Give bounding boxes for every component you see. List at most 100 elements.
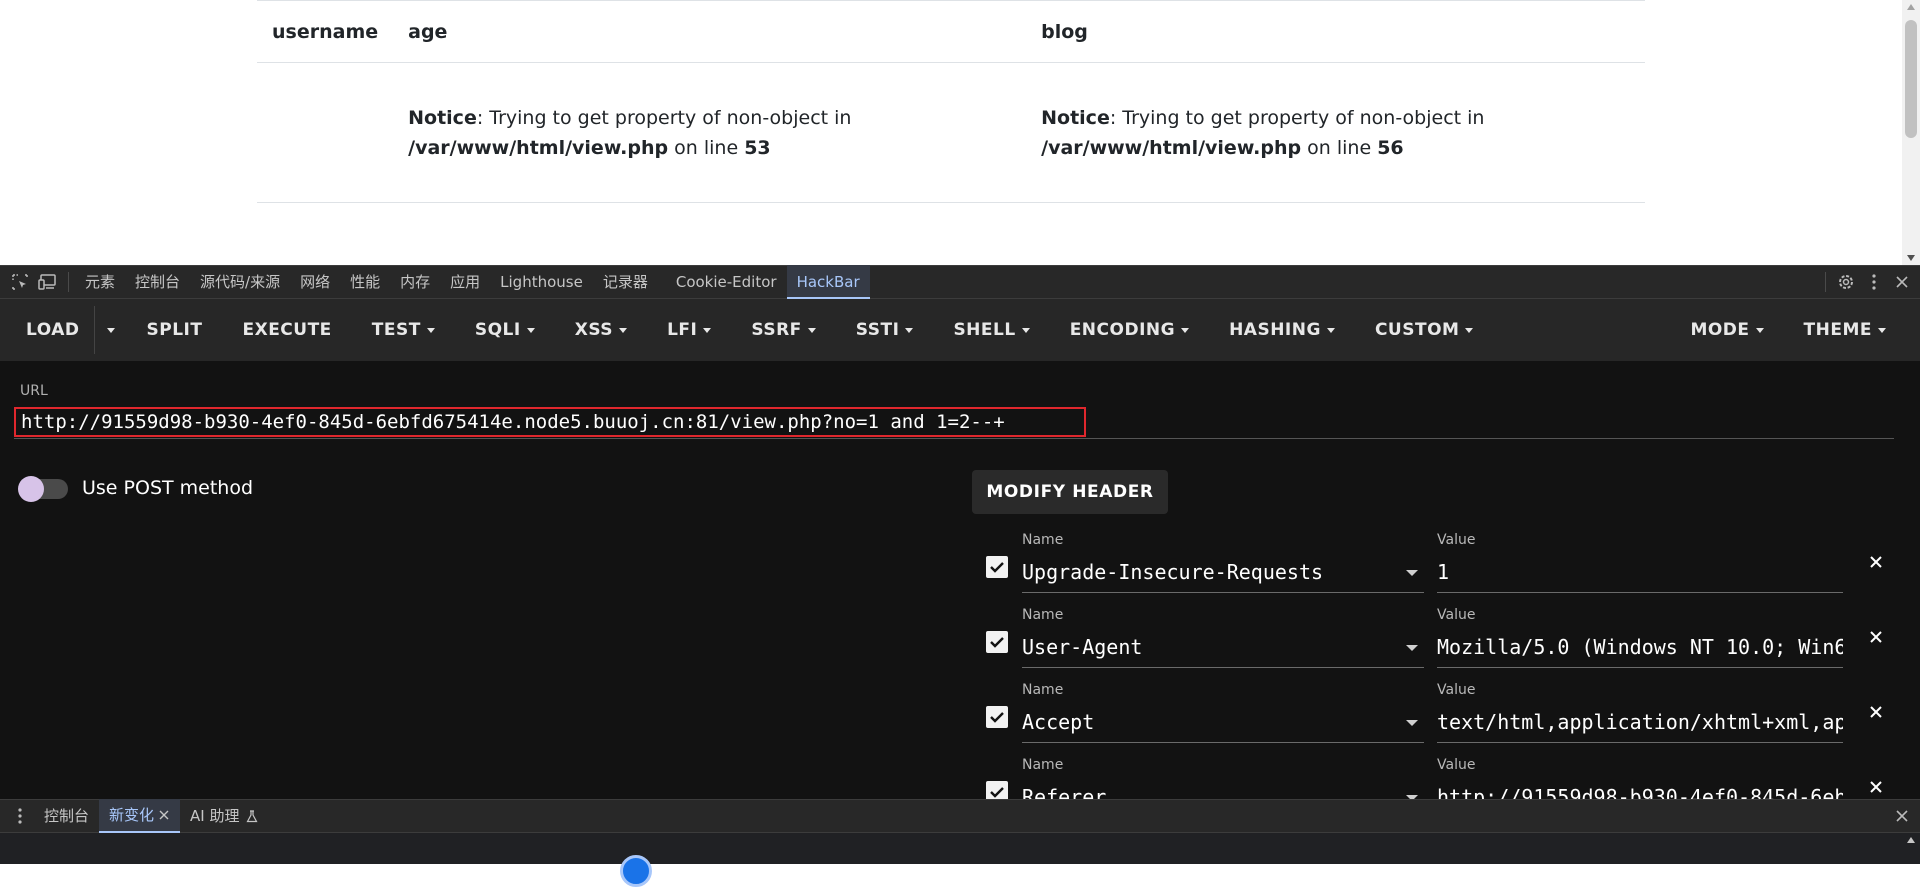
caret-down-icon xyxy=(526,327,535,333)
mode-label: MODE xyxy=(1690,320,1750,340)
lfi-menu-button[interactable]: LFI xyxy=(647,299,731,361)
inspect-element-icon[interactable] xyxy=(6,265,34,299)
tab-network[interactable]: 网络 xyxy=(290,265,340,299)
tab-divider xyxy=(68,272,69,292)
tab-cookie-editor[interactable]: Cookie-Editor xyxy=(666,265,787,299)
header-enabled-checkbox[interactable] xyxy=(986,781,1008,799)
caret-down-icon xyxy=(1878,327,1886,333)
tab-console[interactable]: 控制台 xyxy=(125,265,190,299)
toggle-knob xyxy=(18,476,44,502)
header-value-input[interactable]: 1 xyxy=(1437,551,1843,593)
theme-menu-button[interactable]: THEME xyxy=(1784,299,1920,361)
drawer-tab-changes[interactable]: 新变化 xyxy=(99,799,181,833)
shell-menu-button[interactable]: SHELL xyxy=(933,299,1049,361)
scroll-up-icon[interactable] xyxy=(1907,4,1915,10)
header-enabled-checkbox[interactable] xyxy=(986,706,1008,728)
checkmark-icon xyxy=(990,787,1004,798)
close-drawer-icon[interactable] xyxy=(1888,799,1916,833)
close-icon[interactable] xyxy=(1888,265,1916,299)
tab-sources[interactable]: 源代码/来源 xyxy=(190,265,290,299)
column-blog: blog xyxy=(1026,0,1645,63)
shell-label: SHELL xyxy=(953,320,1016,340)
caret-down-icon xyxy=(807,327,816,333)
header-enabled-checkbox[interactable] xyxy=(986,556,1008,578)
device-toolbar-icon[interactable] xyxy=(34,265,62,299)
caret-down-icon xyxy=(619,327,628,333)
remove-header-icon[interactable] xyxy=(1866,627,1886,647)
drawer-menu-icon[interactable] xyxy=(6,799,34,833)
more-options-icon[interactable] xyxy=(1860,265,1888,299)
notice-text: : Trying to get property of non-object i… xyxy=(1109,106,1485,129)
caret-down-icon xyxy=(1465,327,1474,333)
theme-label: THEME xyxy=(1803,320,1872,340)
load-button[interactable]: LOAD xyxy=(0,299,94,361)
tab-recorder[interactable]: 记录器 xyxy=(593,265,658,299)
header-value-label: Value xyxy=(1437,532,1476,548)
username-cell xyxy=(257,62,394,203)
close-tab-icon[interactable] xyxy=(158,809,170,821)
header-name-input[interactable]: Referer xyxy=(1022,776,1424,799)
gear-icon[interactable] xyxy=(1832,265,1860,299)
test-label: TEST xyxy=(371,320,421,340)
tab-application[interactable]: 应用 xyxy=(440,265,490,299)
checkmark-icon xyxy=(990,562,1004,573)
notice-label: Notice xyxy=(408,106,477,129)
drawer-scrollbar[interactable] xyxy=(1902,833,1920,864)
drawer-tab-ai-assistant[interactable]: AI 助理 xyxy=(180,799,267,833)
blog-cell: Notice: Trying to get property of non-ob… xyxy=(1026,62,1645,203)
load-dropdown-button[interactable] xyxy=(95,299,127,361)
dropdown-arrow-icon[interactable] xyxy=(1406,720,1418,726)
age-cell: Notice: Trying to get property of non-ob… xyxy=(393,62,1027,203)
tab-lighthouse[interactable]: Lighthouse xyxy=(490,265,593,299)
hashing-menu-button[interactable]: HASHING xyxy=(1209,299,1355,361)
hackbar-toolbar: LOAD SPLIT EXECUTE TEST SQLI XSS LFI SSR… xyxy=(0,299,1920,361)
remove-header-icon[interactable] xyxy=(1866,702,1886,722)
header-enabled-checkbox[interactable] xyxy=(986,631,1008,653)
header-name-input[interactable]: Accept xyxy=(1022,701,1424,743)
remove-header-icon[interactable] xyxy=(1866,777,1886,797)
sqli-menu-button[interactable]: SQLI xyxy=(455,299,555,361)
dropdown-arrow-icon[interactable] xyxy=(1406,645,1418,651)
header-value-input[interactable]: Mozilla/5.0 (Windows NT 10.0; Win64; x64… xyxy=(1437,626,1843,668)
ssti-menu-button[interactable]: SSTI xyxy=(836,299,934,361)
header-name-label: Name xyxy=(1022,532,1064,548)
header-name-label: Name xyxy=(1022,682,1064,698)
checkmark-icon xyxy=(990,637,1004,648)
url-underline xyxy=(14,438,1894,439)
hashing-label: HASHING xyxy=(1229,320,1321,340)
custom-menu-button[interactable]: CUSTOM xyxy=(1355,299,1494,361)
hackbar-panel: URL http://91559d98-b930-4ef0-845d-6ebfd… xyxy=(0,361,1920,799)
header-value-input[interactable]: http://91559d98-b930-4ef0-845d-6ebfd6754… xyxy=(1437,776,1843,799)
scrollbar-thumb[interactable] xyxy=(1905,20,1917,138)
scroll-up-icon[interactable] xyxy=(1907,837,1915,843)
mode-menu-button[interactable]: MODE xyxy=(1670,299,1783,361)
header-value-label: Value xyxy=(1437,607,1476,623)
header-name-input[interactable]: User-Agent xyxy=(1022,626,1424,668)
dropdown-arrow-icon[interactable] xyxy=(1406,570,1418,576)
drawer-tab-console[interactable]: 控制台 xyxy=(34,799,99,833)
ssrf-menu-button[interactable]: SSRF xyxy=(731,299,835,361)
execute-button[interactable]: EXECUTE xyxy=(222,299,351,361)
user-table: username age blog Notice: Trying to get … xyxy=(257,0,1645,203)
tab-memory[interactable]: 内存 xyxy=(390,265,440,299)
remove-header-icon[interactable] xyxy=(1866,552,1886,572)
test-menu-button[interactable]: TEST xyxy=(352,299,455,361)
web-page-content: username age blog Notice: Trying to get … xyxy=(0,0,1920,265)
tab-elements[interactable]: 元素 xyxy=(75,265,125,299)
page-scrollbar[interactable] xyxy=(1902,0,1920,265)
custom-label: CUSTOM xyxy=(1374,320,1460,340)
notice-path: /var/www/html/view.php xyxy=(408,136,669,159)
modify-header-button[interactable]: MODIFY HEADER xyxy=(972,470,1168,514)
url-input[interactable]: http://91559d98-b930-4ef0-845d-6ebfd6754… xyxy=(14,407,1086,437)
tab-hackbar[interactable]: HackBar xyxy=(786,265,870,299)
url-label: URL xyxy=(20,383,48,399)
xss-menu-button[interactable]: XSS xyxy=(555,299,647,361)
encoding-menu-button[interactable]: ENCODING xyxy=(1050,299,1209,361)
split-button[interactable]: SPLIT xyxy=(127,299,223,361)
header-name-input[interactable]: Upgrade-Insecure-Requests xyxy=(1022,551,1424,593)
column-username: username xyxy=(257,0,394,63)
post-method-toggle[interactable] xyxy=(18,476,68,502)
tab-performance[interactable]: 性能 xyxy=(340,265,390,299)
header-value-input[interactable]: text/html,application/xhtml+xml,applicat… xyxy=(1437,701,1843,743)
scroll-down-icon[interactable] xyxy=(1907,255,1915,261)
